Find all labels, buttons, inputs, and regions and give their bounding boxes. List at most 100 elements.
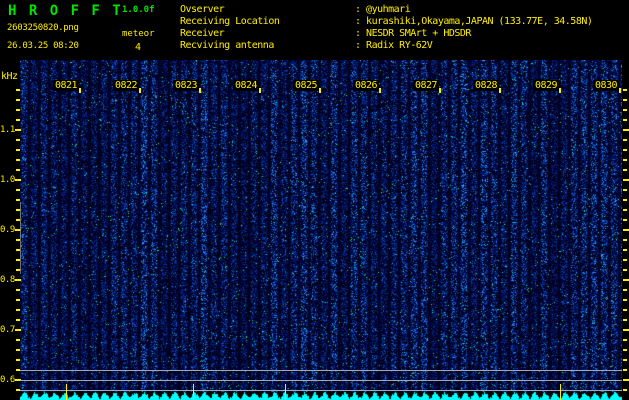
freq-minor-tick-right bbox=[623, 249, 627, 251]
freq-minor-tick bbox=[16, 319, 20, 321]
freq-minor-tick bbox=[16, 289, 20, 291]
minute-tick bbox=[559, 88, 561, 93]
freq-minor-tick-right bbox=[623, 259, 627, 261]
record-datetime: 26.03.25 08:20 bbox=[7, 41, 79, 51]
freq-minor-tick bbox=[16, 309, 20, 311]
time-tick-label: 0830 bbox=[593, 80, 619, 91]
freq-minor-tick-right bbox=[623, 89, 627, 91]
freq-major-tick bbox=[15, 279, 21, 281]
info-value: kurashiki,Okayama,JAPAN (133.77E, 34.58N… bbox=[366, 16, 593, 27]
freq-minor-tick-right bbox=[623, 209, 627, 211]
app-version: 1.0.0f bbox=[122, 5, 155, 15]
freq-unit-label: kHz bbox=[1, 71, 18, 82]
info-colon: : bbox=[355, 4, 367, 15]
mode-label: meteor bbox=[122, 29, 155, 39]
freq-tick-label: 1.0 bbox=[0, 175, 15, 185]
freq-tick-label: 1.1 bbox=[0, 125, 15, 135]
app-title: H R O F F T bbox=[8, 3, 123, 19]
time-tick-label: 0827 bbox=[413, 80, 439, 91]
minute-tick bbox=[499, 88, 501, 93]
freq-major-tick-right bbox=[623, 129, 629, 131]
freq-minor-tick-right bbox=[623, 349, 627, 351]
meteor-echo-marker bbox=[66, 384, 67, 400]
spectrogram-canvas bbox=[20, 60, 622, 400]
left-edge-artifact-line bbox=[20, 202, 21, 274]
freq-minor-tick-right bbox=[623, 309, 627, 311]
time-tick-label: 0821 bbox=[53, 80, 79, 91]
minute-tick bbox=[379, 88, 381, 93]
info-label: Receiving Location bbox=[180, 16, 280, 27]
freq-major-tick-right bbox=[623, 279, 629, 281]
freq-minor-tick-right bbox=[623, 139, 627, 141]
info-colon: : bbox=[355, 40, 367, 51]
freq-tick-label: 0.7 bbox=[0, 325, 15, 335]
freq-minor-tick-right bbox=[623, 339, 627, 341]
freq-tick-label: 0.9 bbox=[0, 225, 15, 235]
station-info-row: Receiver: NESDR SMArt + HDSDR bbox=[180, 28, 471, 39]
freq-major-tick-right bbox=[623, 379, 629, 381]
freq-major-tick-right bbox=[623, 179, 629, 181]
freq-minor-tick bbox=[16, 349, 20, 351]
info-value: @yuhmari bbox=[366, 4, 411, 15]
meteor-count: 4 bbox=[135, 42, 142, 53]
freq-minor-tick-right bbox=[623, 109, 627, 111]
station-info-row: Receiving Location: kurashiki,Okayama,JA… bbox=[180, 16, 593, 27]
minute-tick bbox=[139, 88, 141, 93]
freq-minor-tick bbox=[16, 99, 20, 101]
freq-minor-tick bbox=[16, 149, 20, 151]
minute-tick bbox=[259, 88, 261, 93]
freq-minor-tick bbox=[16, 339, 20, 341]
freq-minor-tick-right bbox=[623, 389, 627, 391]
freq-minor-tick-right bbox=[623, 359, 627, 361]
freq-minor-tick-right bbox=[623, 169, 627, 171]
freq-minor-tick bbox=[16, 189, 20, 191]
time-tick-label: 0822 bbox=[113, 80, 139, 91]
info-label: Receiver bbox=[180, 28, 225, 39]
reference-line bbox=[20, 380, 622, 381]
meteor-echo-marker bbox=[285, 384, 286, 400]
freq-tick-label: 0.8 bbox=[0, 275, 15, 285]
freq-minor-tick bbox=[16, 89, 20, 91]
freq-minor-tick-right bbox=[623, 369, 627, 371]
freq-minor-tick-right bbox=[623, 119, 627, 121]
freq-minor-tick bbox=[16, 159, 20, 161]
reference-line bbox=[20, 370, 622, 371]
freq-minor-tick bbox=[16, 109, 20, 111]
freq-major-tick-right bbox=[623, 329, 629, 331]
freq-major-tick-right bbox=[623, 229, 629, 231]
freq-minor-tick bbox=[16, 119, 20, 121]
freq-major-tick bbox=[15, 329, 21, 331]
minute-tick bbox=[619, 88, 621, 93]
freq-minor-tick-right bbox=[623, 319, 627, 321]
freq-major-tick bbox=[15, 179, 21, 181]
time-tick-label: 0824 bbox=[233, 80, 259, 91]
meteor-echo-marker bbox=[193, 384, 194, 400]
station-info-row: Recviving antenna: Radix RY-62V bbox=[180, 40, 433, 51]
time-tick-label: 0826 bbox=[353, 80, 379, 91]
info-label: Ovserver bbox=[180, 4, 225, 15]
minute-tick bbox=[199, 88, 201, 93]
freq-minor-tick bbox=[16, 139, 20, 141]
minute-tick bbox=[79, 88, 81, 93]
freq-tick-label: 0.6 bbox=[0, 375, 15, 385]
freq-minor-tick-right bbox=[623, 159, 627, 161]
info-colon: : bbox=[355, 16, 367, 27]
freq-minor-tick-right bbox=[623, 99, 627, 101]
reference-line bbox=[20, 390, 622, 391]
time-tick-label: 0825 bbox=[293, 80, 319, 91]
info-value: NESDR SMArt + HDSDR bbox=[366, 28, 471, 39]
freq-major-tick bbox=[15, 129, 21, 131]
freq-minor-tick-right bbox=[623, 199, 627, 201]
freq-minor-tick bbox=[16, 169, 20, 171]
freq-minor-tick bbox=[16, 299, 20, 301]
meteor-echo-marker bbox=[560, 384, 561, 400]
time-tick-label: 0829 bbox=[533, 80, 559, 91]
minute-tick bbox=[439, 88, 441, 93]
freq-minor-tick-right bbox=[623, 219, 627, 221]
hrofft-window: H R O F F T 1.0.0f 2603250820.png meteor… bbox=[0, 0, 629, 400]
info-label: Recviving antenna bbox=[180, 40, 274, 51]
info-colon: : bbox=[355, 28, 367, 39]
freq-minor-tick-right bbox=[623, 299, 627, 301]
output-filename: 2603250820.png bbox=[7, 23, 79, 33]
info-value: Radix RY-62V bbox=[366, 40, 433, 51]
